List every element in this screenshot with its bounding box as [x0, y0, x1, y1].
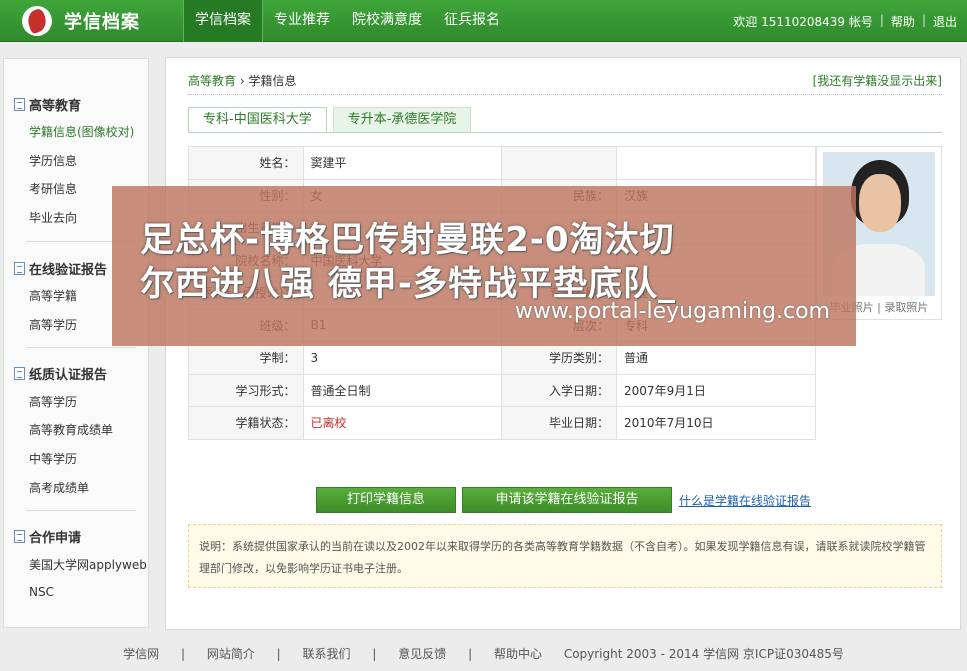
footer-copyright: Copyright 2003 - 2014 学信网 京ICP证030485号: [563, 647, 844, 661]
field-value: 普通全日制: [302, 373, 503, 407]
logout-link[interactable]: 退出: [933, 13, 957, 30]
divider: [26, 347, 136, 348]
footer-link-feedback[interactable]: 意见反馈: [398, 647, 446, 661]
sidebar-item-gaokao[interactable]: 高考成绩单: [29, 479, 89, 496]
divider: [26, 510, 136, 511]
footer-link-about[interactable]: 网站简介: [207, 647, 255, 661]
missing-record-link[interactable]: [我还有学籍没显示出来]: [813, 72, 942, 89]
field-value: 3: [302, 341, 503, 375]
sidebar-item-online-status[interactable]: 高等学籍: [29, 287, 77, 304]
separator: |: [468, 647, 473, 661]
breadcrumb: 高等教育 › 学籍信息: [188, 72, 297, 89]
document-icon: [14, 367, 25, 380]
sidebar-item-nsc[interactable]: NSC: [29, 585, 54, 599]
field-value: 窦建平: [302, 146, 503, 180]
top-nav: 学信档案 专业推荐 院校满意度 征兵报名: [183, 0, 511, 42]
footer: 学信网 | 网站简介 | 联系我们 | 意见反馈 | 帮助中心 Copyrigh…: [0, 645, 967, 662]
record-tabs: 专科-中国医科大学 专升本-承德医学院: [188, 107, 472, 133]
document-icon: [14, 98, 25, 111]
field-label: 学制：: [188, 341, 304, 375]
sidebar-item-applyweb[interactable]: 美国大学网applyweb: [29, 556, 147, 573]
separator: |: [372, 647, 377, 661]
document-icon: [14, 530, 25, 543]
separator: |: [276, 647, 281, 661]
top-bar: 学信档案 学信档案 专业推荐 院校满意度 征兵报名 欢迎 15110208439…: [0, 0, 967, 42]
sidebar-group-title: 在线验证报告: [14, 259, 107, 278]
document-icon: [14, 262, 25, 275]
footer-link-contact[interactable]: 联系我们: [303, 647, 351, 661]
user-welcome: 欢迎 15110208439 帐号 | 帮助 | 退出: [733, 13, 957, 30]
field-value: 2010年7月10日: [616, 406, 816, 440]
field-label: 学习形式：: [188, 373, 304, 407]
nav-enlistment[interactable]: 征兵报名: [433, 0, 511, 42]
sidebar-group-title: 纸质认证报告: [14, 364, 107, 383]
nav-xuexin-archive[interactable]: 学信档案: [183, 0, 263, 42]
sidebar-group-title: 合作申请: [14, 527, 81, 546]
table-row: 学籍状态： 已离校 毕业日期： 2010年7月10日: [188, 406, 816, 440]
nav-major-recommend[interactable]: 专业推荐: [263, 0, 341, 42]
field-value: 已离校: [302, 406, 503, 440]
brand-title[interactable]: 学信档案: [64, 8, 140, 34]
banner-headline-1: 足总杯-博格巴传射曼联2-0淘汰切: [140, 220, 675, 260]
sidebar-item-destination[interactable]: 毕业去向: [29, 209, 77, 226]
separator: |: [921, 13, 926, 27]
breadcrumb-root[interactable]: 高等教育: [188, 74, 236, 88]
sidebar-item-secondary[interactable]: 中等学历: [29, 450, 77, 467]
nav-school-satisfaction[interactable]: 院校满意度: [341, 0, 433, 42]
footer-link-xuexin[interactable]: 学信网: [123, 647, 159, 661]
print-record-button[interactable]: 打印学籍信息: [316, 487, 456, 513]
table-row: 学习形式： 普通全日制 入学日期： 2007年9月1日: [188, 373, 816, 407]
field-label: 学籍状态：: [188, 406, 304, 440]
separator: |: [180, 647, 185, 661]
tab-junior-college[interactable]: 专科-中国医科大学: [188, 107, 327, 133]
table-row: 姓名： 窦建平: [188, 146, 816, 180]
breadcrumb-separator: ›: [239, 74, 245, 88]
tab-upgrade-bachelor[interactable]: 专升本-承德医学院: [332, 107, 472, 133]
sidebar-group-title: 高等教育: [14, 95, 81, 114]
divider: [188, 94, 942, 95]
tab-underline: [188, 132, 942, 133]
field-label: 姓名：: [188, 146, 304, 180]
what-is-report-link[interactable]: 什么是学籍在线验证报告: [679, 492, 811, 509]
overlay-banner: 足总杯-博格巴传射曼联2-0淘汰切 尔西进八强 德甲-多特战平垫底队_ www.…: [112, 186, 856, 346]
field-value: 普通: [616, 341, 816, 375]
banner-url: www.portal-leyugaming.com: [514, 299, 830, 324]
field-value: [616, 146, 816, 180]
sidebar-item-paper-degree[interactable]: 高等学历: [29, 393, 77, 410]
apply-verification-button[interactable]: 申请该学籍在线验证报告: [462, 487, 672, 513]
sidebar-item-transcript[interactable]: 高等教育成绩单: [29, 421, 113, 438]
field-label: 毕业日期：: [501, 406, 618, 440]
sidebar-item-degree[interactable]: 学历信息: [29, 152, 77, 169]
sidebar-item-online-degree[interactable]: 高等学历: [29, 316, 77, 333]
field-label: 入学日期：: [501, 373, 618, 407]
sidebar-item-postgrad[interactable]: 考研信息: [29, 180, 77, 197]
separator: |: [879, 13, 884, 27]
banner-headline-2: 尔西进八强 德甲-多特战平垫底队_: [140, 264, 676, 304]
note-box: 说明：系统提供国家承认的当前在读以及2002年以来取得学历的各类高等教育学籍数据…: [188, 524, 942, 588]
field-label: 学历类别：: [501, 341, 618, 375]
help-link[interactable]: 帮助: [891, 13, 915, 30]
footer-link-help[interactable]: 帮助中心: [494, 647, 542, 661]
welcome-text: 欢迎 15110208439 帐号: [733, 15, 873, 29]
sidebar-item-student-status[interactable]: 学籍信息(图像校对): [29, 123, 134, 140]
field-label: [501, 146, 618, 180]
breadcrumb-current: 学籍信息: [248, 74, 297, 88]
logo-icon[interactable]: [22, 6, 52, 36]
table-row: 学制： 3 学历类别： 普通: [188, 341, 816, 375]
field-value: 2007年9月1日: [616, 373, 816, 407]
